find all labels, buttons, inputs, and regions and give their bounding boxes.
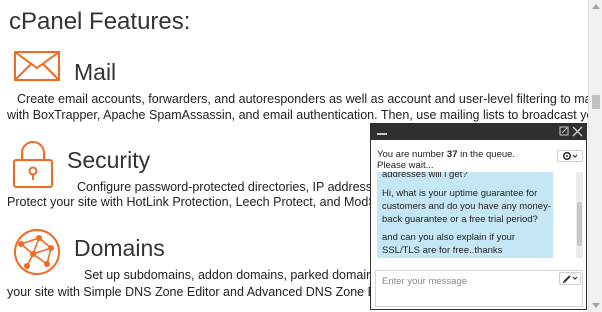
visitor-message-bubble: addresses will i get? Hi, what is your u…	[377, 172, 553, 258]
chat-scrollbar[interactable]	[576, 172, 583, 258]
feature-desc-mail-line2: with BoxTrapper, Apache SpamAssassin, an…	[7, 108, 594, 122]
chat-tools-button[interactable]	[559, 272, 581, 285]
feature-title-domains: Domains	[74, 235, 165, 261]
message-line: and can you also explain if your	[382, 232, 516, 243]
queue-status: You are number 37 in the queue. Please w…	[377, 149, 515, 171]
gear-icon	[562, 151, 578, 161]
message-line: SSL/TLS are for free..thanks	[382, 245, 503, 256]
page-scrollbar-thumb[interactable]	[592, 95, 600, 109]
chat-transcript[interactable]: addresses will i get? Hi, what is your u…	[377, 172, 578, 258]
queue-wait: Please wait...	[377, 160, 434, 171]
queue-prefix: You are number	[377, 149, 447, 160]
minimize-icon[interactable]	[377, 133, 387, 135]
popout-icon[interactable]	[559, 126, 569, 136]
chat-scrollbar-thumb[interactable]	[577, 202, 582, 246]
close-icon[interactable]	[572, 126, 583, 137]
feature-desc-domains-line1: Set up subdomains, addon domains, parked…	[84, 268, 380, 282]
scroll-up-arrow-icon[interactable]	[592, 4, 600, 9]
message-line: addresses will i get?	[382, 172, 468, 180]
pen-icon	[562, 275, 578, 284]
page-title: cPanel Features:	[9, 8, 191, 35]
live-chat-widget: You are number 37 in the queue. Please w…	[370, 123, 587, 310]
message-line: customers and do you have any money-	[382, 201, 551, 212]
feature-desc-security-line2: Protect your site with HotLink Protectio…	[7, 195, 377, 209]
page-scrollbar[interactable]	[588, 0, 602, 312]
envelope-icon	[14, 51, 60, 81]
padlock-icon	[13, 141, 53, 188]
feature-desc-security-line1: Configure password-protected directories…	[77, 180, 373, 194]
feature-desc-mail-line1: Create email accounts, forwarders, and a…	[17, 92, 599, 106]
globe-network-icon	[14, 229, 60, 275]
chat-options-button[interactable]	[557, 150, 583, 162]
chat-titlebar[interactable]	[371, 124, 586, 140]
message-line: Hi, what is your uptime guarantee for	[382, 188, 538, 199]
queue-number: 37	[446, 149, 458, 160]
feature-title-mail: Mail	[74, 59, 117, 85]
message-line: back guarantee or a free trial period?	[382, 214, 538, 225]
queue-suffix: in the queue.	[457, 149, 516, 160]
feature-title-security: Security	[67, 147, 151, 173]
message-input[interactable]: Enter your message	[382, 276, 467, 287]
chat-compose-area[interactable]: Enter your message	[375, 270, 583, 307]
feature-desc-domains-line2: your site with Simple DNS Zone Editor an…	[7, 285, 376, 299]
scroll-down-arrow-icon[interactable]	[592, 303, 600, 308]
